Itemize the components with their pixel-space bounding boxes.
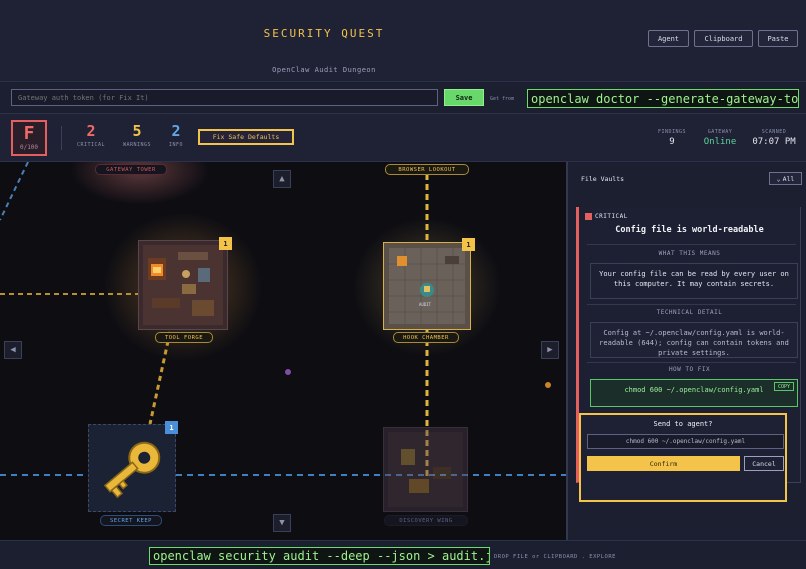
gateway-tower-label: GATEWAY TOWER [95,164,167,175]
tech-header: TECHNICAL DETAIL [656,309,723,316]
browser-lookout-label: BROWSER LOOKOUT [385,164,469,175]
gateway-status: Online [703,137,737,147]
finding-title: Config file is world-readable [615,225,764,235]
scroll-up-button[interactable]: ▲ [273,170,291,188]
stats-bar: F 0/100 2 CRITICAL 5 WARNINGS 2 INFO Fix… [0,114,806,162]
dungeon-map[interactable]: GATEWAY TOWER BROWSER LOOKOUT ▲ ▼ ◀ ▶ 1 … [0,162,566,540]
save-token-button[interactable]: Save [444,89,484,106]
findings-stat: FINDINGS 9 [648,129,696,147]
footer-hint: DROP FILE or CLIPBOARD . EXPLORE [494,554,616,560]
divider [587,362,796,363]
send-title: Send to agent? [653,420,713,428]
token-bar: Save Get from openclaw doctor --generate… [0,82,806,114]
warnings-stat: 5 WARNINGS [117,122,157,149]
cancel-button[interactable]: Cancel [744,456,784,471]
fix-command[interactable]: chmod 600 ~/.openclaw/config.yaml COPY [590,379,798,407]
audit-command[interactable]: openclaw security audit --deep --json > … [149,547,490,565]
warnings-count: 5 [132,122,142,140]
app-subtitle: OpenClaw Audit Dungeon [272,66,376,74]
secret-keep-badge: 1 [165,421,178,434]
tool-forge-room[interactable]: 1 [137,237,232,331]
severity-row: CRITICAL [585,213,628,220]
gateway-token-input[interactable] [11,89,438,106]
critical-label: CRITICAL [76,142,106,148]
map-paths [0,162,566,480]
tech-text: Config at ~/.openclaw/config.yaml is wor… [590,322,798,358]
findings-value: 9 [669,137,675,147]
secret-keep-label: SECRET KEEP [100,515,162,526]
discovery-room-icon [382,426,469,513]
critical-icon [585,213,592,220]
secret-keep-room[interactable]: 1 [88,421,178,512]
filter-label: All [782,174,795,183]
scroll-right-button[interactable]: ▶ [541,341,559,359]
paste-button[interactable]: Paste [758,30,798,47]
app-header: SECURITY QUEST OpenClaw Audit Dungeon Ag… [0,0,806,82]
severity-label: CRITICAL [595,213,628,220]
info-stat: 2 INFO [156,122,196,149]
findings-label: FINDINGS [657,129,687,135]
fix-safe-defaults-button[interactable]: Fix Safe Defaults [198,129,294,145]
file-vaults-panel: File Vaults ⌄ All CRITICAL Config file is… [566,162,806,540]
token-command[interactable]: openclaw doctor --generate-gateway-token [527,89,799,108]
forge-room-icon [137,239,229,331]
scroll-down-button[interactable]: ▼ [273,514,291,532]
critical-stat: 2 CRITICAL [71,122,111,149]
hook-chamber-room[interactable]: 1 AUDIT [382,238,475,331]
discovery-wing-label: DISCOVERY WING [384,515,468,526]
scanned-time: 07:07 PM [752,137,796,147]
panel-title: File Vaults [581,175,625,183]
divider [587,244,796,245]
scanned-stat: SCANNED 07:07 PM [748,129,800,147]
scroll-left-button[interactable]: ◀ [4,341,22,359]
agent-button[interactable]: Agent [648,30,689,47]
hook-chamber-label: HOOK CHAMBER [393,332,459,343]
hook-chamber-badge: 1 [462,238,475,251]
grade-badge: F 0/100 [11,120,47,156]
critical-count: 2 [86,122,96,140]
what-text: Your config file can be read by every us… [590,263,798,299]
tool-forge-label: TOOL FORGE [155,332,213,343]
app-title: SECURITY QUEST [263,27,385,40]
what-header: WHAT THIS MEANS [658,250,721,257]
get-from-label: Get from [490,96,515,102]
footer-bar: openclaw security audit --deep --json > … [0,540,806,569]
warnings-label: WARNINGS [122,142,152,148]
filter-all-button[interactable]: ⌄ All [769,172,802,185]
grade-score: 0/100 [19,144,39,151]
copy-button[interactable]: COPY [773,382,794,391]
info-label: INFO [168,142,184,148]
key-icon [103,441,161,499]
scanned-label: SCANNED [761,129,787,135]
fix-text: chmod 600 ~/.openclaw/config.yaml [624,386,764,394]
fix-header: HOW TO FIX [668,366,711,373]
tool-forge-badge: 1 [219,237,232,250]
send-to-agent-dialog: Send to agent? chmod 600 ~/.openclaw/con… [579,413,787,502]
grade-letter: F [23,123,35,144]
info-count: 2 [171,122,181,140]
confirm-button[interactable]: Confirm [587,456,740,471]
gateway-stat: GATEWAY Online [697,129,743,147]
gateway-label: GATEWAY [707,129,733,135]
discovery-wing-room[interactable] [382,426,469,513]
send-command-field[interactable]: chmod 600 ~/.openclaw/config.yaml [587,434,784,449]
hook-chamber-icon [382,241,472,331]
clipboard-button[interactable]: Clipboard [694,30,753,47]
audit-sign: AUDIT [419,302,432,307]
filter-icon: ⌄ [776,174,781,183]
divider [587,304,796,305]
divider [61,126,62,150]
